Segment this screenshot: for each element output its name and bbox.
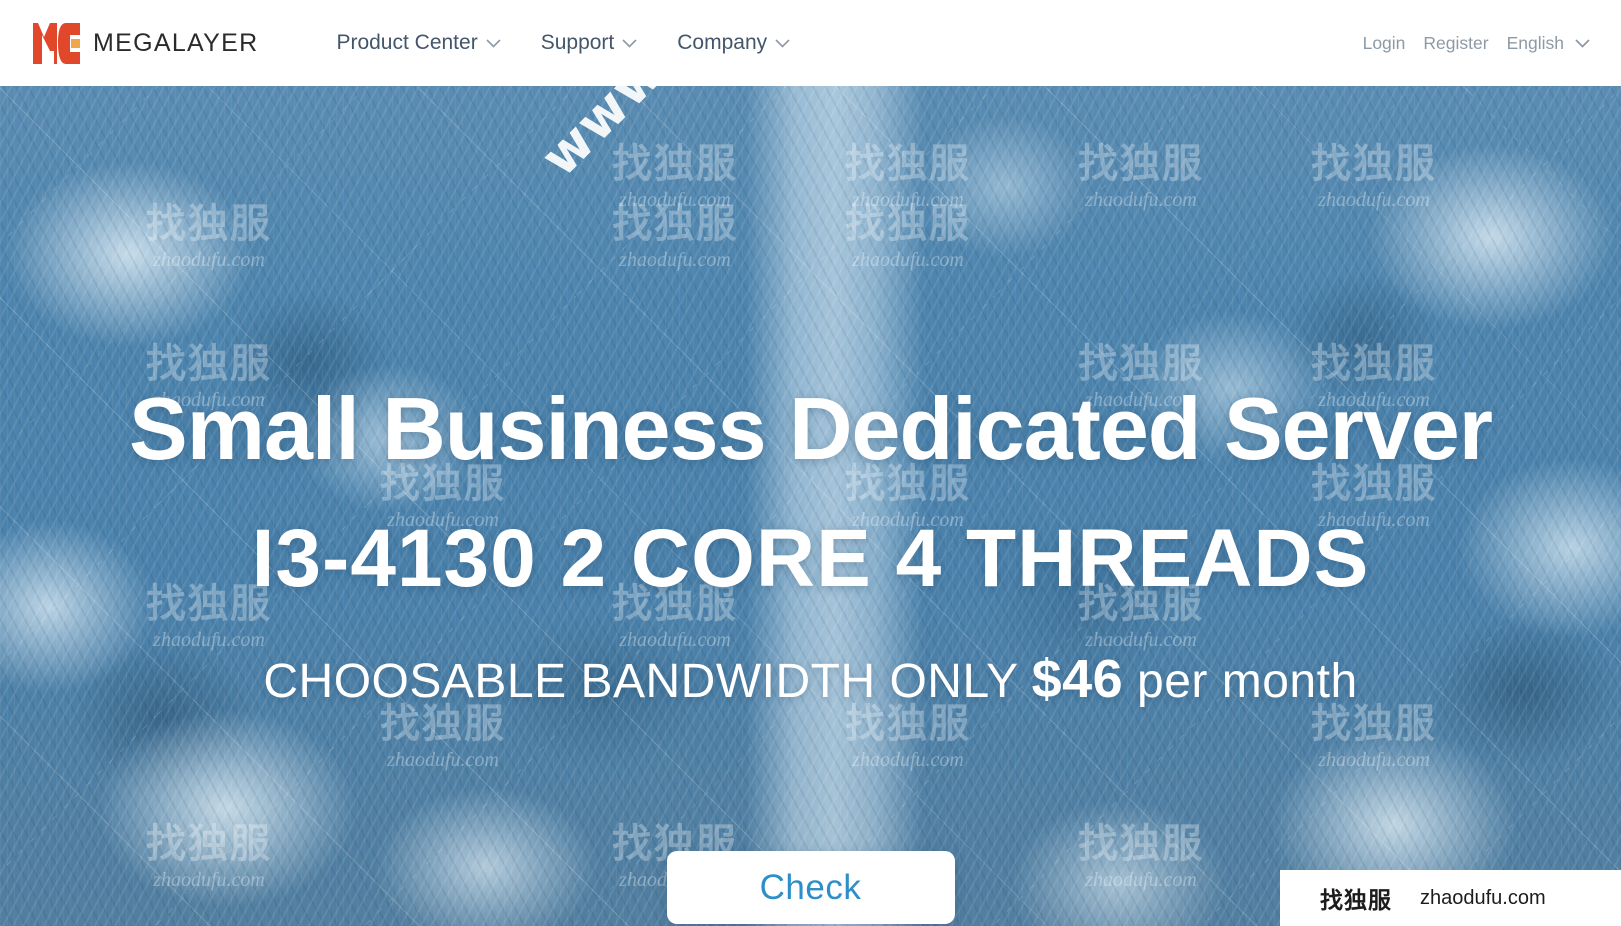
language-selector[interactable]: English xyxy=(1498,33,1596,54)
nav-item-company[interactable]: Company xyxy=(657,0,810,86)
hero-headline-secondary: I3-4130 2 CORE 4 THREADS xyxy=(251,513,1370,604)
nav-item-label: Support xyxy=(540,31,615,54)
hero-subheadline: CHOOSABLE BANDWIDTH ONLY $46 per month xyxy=(0,652,1621,706)
hero-banner: 找独服 zhaodufu.com 找独服 zhaodufu.com 找独服 zh… xyxy=(0,86,1621,926)
site-header: MEGALAYER Product Center Support Company… xyxy=(0,0,1621,86)
brand-name: MEGALAYER xyxy=(93,28,259,57)
chevron-down-icon xyxy=(775,38,790,48)
subhead-prefix: CHOOSABLE BANDWIDTH ONLY xyxy=(263,655,1018,708)
nav-item-label: Product Center xyxy=(336,31,478,54)
brand-logo-link[interactable]: MEGALAYER xyxy=(33,0,258,86)
primary-nav: Product Center Support Company xyxy=(316,0,810,86)
login-link[interactable]: Login xyxy=(1354,33,1415,54)
hero-content: Small Business Dedicated Server I3-4130 … xyxy=(0,86,1621,926)
chevron-down-icon xyxy=(486,38,501,48)
corner-watermark-badge: 找独服 zhaodufu.com xyxy=(1280,870,1621,926)
corner-badge-url-label: zhaodufu.com xyxy=(1420,886,1546,909)
megalayer-logo-icon xyxy=(33,22,80,64)
nav-item-label: Company xyxy=(677,31,768,54)
corner-badge-cn-label: 找独服 xyxy=(1320,888,1392,914)
nav-item-support[interactable]: Support xyxy=(521,0,658,86)
chevron-down-icon xyxy=(622,38,637,48)
price-period: per month xyxy=(1137,655,1358,708)
nav-item-product-center[interactable]: Product Center xyxy=(316,0,520,86)
price-value: $46 xyxy=(1031,649,1124,709)
language-label: English xyxy=(1506,32,1564,53)
hero-headline-primary: Small Business Dedicated Server xyxy=(129,379,1493,478)
user-nav: Login Register English xyxy=(1354,33,1596,54)
chevron-down-icon xyxy=(1575,38,1590,48)
check-button[interactable]: Check xyxy=(666,851,955,924)
register-link[interactable]: Register xyxy=(1414,33,1497,54)
